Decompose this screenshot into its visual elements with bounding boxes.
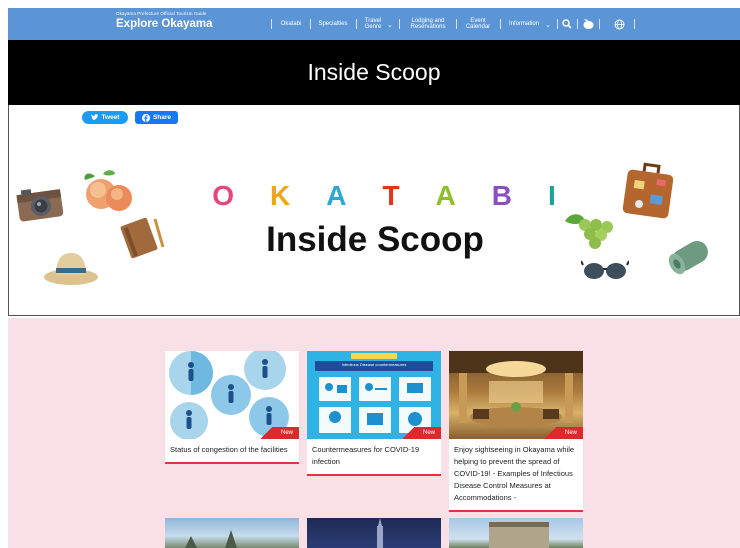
nav-separator [577, 19, 578, 29]
chevron-down-icon[interactable]: ⌄ [387, 21, 393, 29]
okatabi-letter: O [212, 180, 252, 211]
sunglasses-illustration [581, 260, 629, 279]
facebook-share-button[interactable]: Share [135, 111, 178, 124]
share-label: Share [152, 114, 172, 121]
article-card-congestion[interactable]: New Status of congestion of the faciliti… [165, 351, 299, 464]
facebook-icon [141, 113, 150, 122]
okatabi-letter: B [491, 180, 531, 211]
new-badge: New [261, 427, 299, 439]
article-card-partial[interactable] [165, 518, 299, 548]
globe-icon[interactable] [612, 17, 626, 31]
page-title: Inside Scoop [307, 59, 441, 85]
covid-poster-thumbnail: Infectious Disease countermeasures New [307, 351, 441, 439]
nav-item-information[interactable]: Information [503, 8, 545, 40]
okatabi-letter: K [269, 180, 309, 211]
nav-item-travel-genre[interactable]: Travel Genre [359, 8, 387, 40]
card-caption: Enjoy sightseeing in Okayama while helpi… [454, 445, 575, 502]
nav-separator [500, 19, 501, 29]
card-caption: Countermeasures for COVID-19 infection [312, 445, 420, 466]
poster-header: Infectious Disease countermeasures [341, 362, 407, 367]
card-caption: Status of congestion of the facilities [170, 445, 288, 454]
nav-item-event-calendar[interactable]: Event Calendar [460, 8, 496, 40]
top-navigation: Okayama Prefecture Official Tourism Guid… [8, 8, 740, 40]
hero-title: Inside Scoop [266, 220, 484, 259]
nav-item-lodging[interactable]: Lodging and Reservations [402, 8, 454, 40]
new-badge: New [403, 427, 441, 439]
hotel-lobby-thumbnail: New [449, 351, 583, 439]
nav-separator [634, 19, 635, 29]
okatabi-letter: A [435, 180, 474, 211]
tweet-label: Tweet [101, 114, 120, 121]
okatabi-letter: I [548, 180, 574, 211]
article-card-accommodations[interactable]: New Enjoy sightseeing in Okayama while h… [449, 351, 583, 512]
nav-separator [456, 19, 457, 29]
nav-separator [310, 19, 311, 29]
nav-item-specialties[interactable]: Specialties [313, 8, 353, 40]
nav-item-okatabi[interactable]: Okatabi [274, 8, 308, 40]
twitter-icon [90, 114, 98, 120]
logo-subtitle: Okayama Prefecture Official Tourism Guid… [116, 11, 207, 16]
congestion-thumbnail: New [165, 351, 299, 439]
article-card-partial[interactable] [449, 518, 583, 548]
hero-banner: Tweet Share O K A T A B I Inside Scoop [8, 105, 740, 316]
articles-section: New Status of congestion of the faciliti… [8, 318, 740, 548]
site-logo[interactable]: Explore Okayama [116, 18, 213, 30]
nav-separator [399, 19, 400, 29]
search-icon[interactable] [560, 17, 574, 31]
page-title-band: Inside Scoop [8, 40, 740, 105]
article-card-covid-countermeasures[interactable]: Infectious Disease countermeasures New C… [307, 351, 441, 476]
chevron-down-icon[interactable]: ⌄ [545, 21, 551, 29]
nav-separator [271, 19, 272, 29]
nav-separator [599, 19, 600, 29]
okatabi-letter: A [326, 180, 365, 211]
peach-icon[interactable] [581, 17, 595, 31]
tweet-button[interactable]: Tweet [82, 111, 128, 124]
new-badge: New [545, 427, 583, 439]
nav-separator [356, 19, 357, 29]
okatabi-letter: T [382, 180, 418, 211]
okatabi-logo: OKATABI [9, 180, 740, 212]
article-card-partial[interactable] [307, 518, 441, 548]
nav-separator [557, 19, 558, 29]
